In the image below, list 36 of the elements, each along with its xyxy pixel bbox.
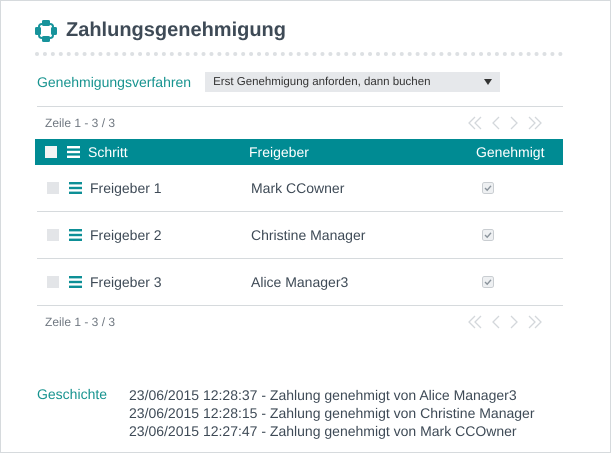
history-entry: 23/06/2015 12:28:15 - Zahlung genehmigt von Christine Manager bbox=[129, 404, 534, 422]
select-all-checkbox[interactable] bbox=[45, 146, 57, 158]
last-page-icon[interactable] bbox=[527, 116, 543, 130]
table-cell: Freigeber 1 bbox=[90, 180, 162, 196]
list-icon[interactable] bbox=[69, 182, 82, 194]
next-page-icon[interactable] bbox=[509, 116, 519, 130]
table-cell: Freigeber 2 bbox=[90, 227, 162, 243]
table-cell-text: Christine Manager bbox=[251, 227, 366, 243]
column-header: Freigeber bbox=[249, 144, 310, 160]
row-checkbox[interactable] bbox=[47, 229, 59, 241]
row-checkbox[interactable] bbox=[47, 276, 59, 288]
caret-icon bbox=[484, 79, 492, 85]
column-header: Genehmigt bbox=[476, 144, 546, 160]
previous-page-icon[interactable] bbox=[491, 116, 501, 130]
last-page-icon[interactable] bbox=[527, 315, 543, 329]
list-icon[interactable] bbox=[67, 146, 80, 158]
pager-label: Zeile 1 - 3 / 3 bbox=[45, 116, 116, 130]
approval-dropdown[interactable]: Erst Genehmigung anforden, dann buchen bbox=[205, 72, 500, 92]
column-header: Schritt bbox=[88, 144, 128, 160]
previous-page-icon[interactable] bbox=[491, 315, 501, 329]
list-icon[interactable] bbox=[69, 229, 82, 241]
first-page-icon[interactable] bbox=[467, 315, 483, 329]
table-cell-text: Mark CCowner bbox=[251, 180, 346, 196]
pager-label: Zeile 1 - 3 / 3 bbox=[45, 315, 116, 329]
logo-icon bbox=[35, 20, 57, 42]
page-title: Zahlungsgenehmigung bbox=[66, 19, 286, 42]
table-cell-text: Alice Manager3 bbox=[251, 274, 350, 290]
row-checkbox[interactable] bbox=[47, 182, 59, 194]
field-label: Genehmigungsverfahren bbox=[37, 74, 192, 90]
history-entry: 23/06/2015 12:28:37 - Zahlung genehmigt von Alice Manager3 bbox=[129, 386, 518, 404]
history-label: Geschichte bbox=[37, 386, 108, 404]
first-page-icon[interactable] bbox=[467, 116, 483, 130]
next-page-icon[interactable] bbox=[509, 315, 519, 329]
history-entry: 23/06/2015 12:27:47 - Zahlung genehmigt von Mark CCOwner bbox=[129, 422, 518, 440]
list-icon[interactable] bbox=[69, 276, 82, 288]
table-cell: Freigeber 3 bbox=[90, 274, 162, 290]
